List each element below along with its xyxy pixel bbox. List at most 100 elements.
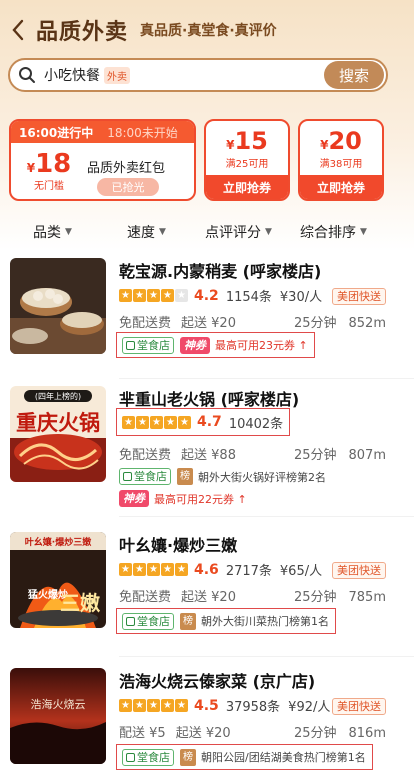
grab-coupon-button[interactable]: 立即抢券 <box>206 175 288 199</box>
filter-rating[interactable]: 点评评分 ▼ <box>205 222 272 242</box>
coupon-15[interactable]: ¥15 满25可用 立即抢券 <box>204 119 290 201</box>
coupon-session-bar: 16:00进行中 18:00未开始 <box>11 121 194 143</box>
coupon-amount: 18 <box>35 149 72 179</box>
thumb-title: 重庆火锅 <box>16 411 100 435</box>
star-icon: ★ <box>175 699 188 712</box>
shop-card[interactable]: (四年上榜的) 重庆火锅 芈重山老火锅 (呼家楼店) ★ ★ ★ ★ ★ 4.7 104… <box>0 378 414 516</box>
page-title: 品质外卖 <box>36 20 129 45</box>
promo-tags: 堂食店 榜朝阳公园/团结湖美食热门榜第1名 <box>116 744 373 770</box>
rank-icon: 榜 <box>180 612 196 630</box>
delivery-badge: 美团快送 <box>332 562 386 579</box>
shop-thumbnail[interactable]: 浩海火烧云 <box>10 668 106 764</box>
min-order: 起送 ¥20 <box>175 726 231 741</box>
star-icon: ★ <box>164 415 177 429</box>
star-icon: ★ <box>175 289 188 302</box>
delivery-fee: 免配送费 <box>119 590 172 605</box>
thumb-title: 浩海火烧云 <box>31 697 86 711</box>
star-icon: ★ <box>119 289 132 302</box>
coupon-20[interactable]: ¥20 满38可用 立即抢券 <box>298 119 384 201</box>
shop-thumbnail[interactable]: (四年上榜的) 重庆火锅 <box>10 386 106 482</box>
rating-row: ★ ★ ★ ★ ★ 4.2 1154条 ¥30/人 <box>119 286 322 305</box>
rating-highlight: ★ ★ ★ ★ ★ 4.7 10402条 <box>116 408 291 436</box>
delivery-fee: 免配送费 <box>119 316 172 331</box>
coupon-amount: 20 <box>328 127 362 155</box>
star-icon: ★ <box>150 415 163 429</box>
min-order: 起送 ¥88 <box>181 448 236 463</box>
coupon-tag[interactable]: 最高可用23元券 ↑ <box>215 337 308 353</box>
grab-coupon-button[interactable]: 立即抢券 <box>300 175 382 199</box>
store-icon <box>123 472 132 481</box>
delivery-fee: 配送 ¥5 <box>119 726 166 741</box>
star-icon: ★ <box>136 415 149 429</box>
coupon-condition: 满25可用 <box>225 159 269 170</box>
promo-tags: 堂食店 榜朝外大街火锅好评榜第2名 <box>119 468 326 485</box>
delivery-fee: 免配送费 <box>119 448 172 463</box>
shop-name[interactable]: 浩海火烧云傣家菜 (京广店) <box>119 668 315 692</box>
rating-row: ★ ★ ★ ★ ★ 4.5 37958条 ¥92/人 <box>119 696 330 715</box>
shop-thumbnail[interactable]: 叶幺孃·爆炒三嫩 猛火爆炒 三嫩 <box>10 532 106 628</box>
search-icon <box>10 60 44 90</box>
rating-row: ★ ★ ★ ★ ★ 4.6 2717条 ¥65/人 <box>119 560 322 579</box>
distance: 852m <box>348 316 386 331</box>
currency-symbol: ¥ <box>26 161 36 175</box>
dine-in-tag: 堂食店 <box>122 336 174 354</box>
caret-down-icon: ▼ <box>159 227 166 237</box>
rank-tag[interactable]: 榜朝外大街川菜热门榜第1名 <box>180 612 329 630</box>
avg-price: ¥30/人 <box>279 290 323 305</box>
caret-down-icon: ▼ <box>360 227 367 237</box>
search-button[interactable]: 搜索 <box>324 61 384 89</box>
session-next[interactable]: 18:00未开始 <box>107 124 178 141</box>
dine-in-tag: 堂食店 <box>122 748 174 766</box>
coupon-tag[interactable]: 最高可用22元券 ↑ <box>154 491 247 507</box>
rank-tag[interactable]: 榜朝外大街火锅好评榜第2名 <box>177 468 326 485</box>
shop-name[interactable]: 叶幺孃·爆炒三嫩 <box>119 532 237 556</box>
time-distance: 25分钟 807m <box>294 444 386 463</box>
thumb-banner: (四年上榜的) <box>35 391 81 401</box>
filter-category[interactable]: 品类 ▼ <box>33 222 72 242</box>
delivery-badge: 美团快送 <box>332 698 386 715</box>
store-icon <box>126 616 135 626</box>
dine-in-tag: 堂食店 <box>122 612 174 630</box>
divider <box>119 656 414 657</box>
filter-sort[interactable]: 综合排序 ▼ <box>300 222 367 242</box>
filter-label: 品类 <box>33 225 61 241</box>
sold-out-button[interactable]: 已抢光 <box>97 178 159 196</box>
avg-price: ¥65/人 <box>279 564 323 579</box>
shop-card[interactable]: 叶幺孃·爆炒三嫩 猛火爆炒 三嫩 叶幺孃·爆炒三嫩 ★ ★ ★ ★ ★ 4.6 2717… <box>0 528 414 656</box>
review-count: 37958条 <box>225 700 281 715</box>
time-distance: 25分钟 785m <box>294 586 386 605</box>
search-bar[interactable]: 小吃快餐 外卖 搜索 <box>8 58 388 92</box>
shop-name[interactable]: 乾宝源.内蒙稍麦 (呼家楼店) <box>119 258 321 282</box>
rank-tag[interactable]: 榜朝阳公园/团结湖美食热门榜第1名 <box>180 748 366 766</box>
coupon-main[interactable]: 16:00进行中 18:00未开始 ¥18 无门槛 品质外卖红包 已抢光 <box>9 119 196 201</box>
review-count: 1154条 <box>225 290 272 305</box>
filter-speed[interactable]: 速度 ▼ <box>127 222 166 242</box>
session-now[interactable]: 16:00进行中 <box>19 124 93 141</box>
star-icon: ★ <box>147 699 160 712</box>
search-category-tag: 外卖 <box>104 66 130 84</box>
review-count: 2717条 <box>225 564 272 579</box>
distance: 816m <box>348 726 386 741</box>
shop-card[interactable]: 浩海火烧云 浩海火烧云傣家菜 (京广店) ★ ★ ★ ★ ★ 4.5 37958条 ¥9… <box>0 662 414 779</box>
store-icon <box>126 340 135 350</box>
search-input[interactable]: 小吃快餐 <box>44 65 100 85</box>
arrow-up-icon: ↑ <box>237 492 247 506</box>
dine-in-tag: 堂食店 <box>119 468 171 485</box>
filter-label: 速度 <box>127 225 155 241</box>
store-icon <box>126 752 135 762</box>
shop-thumbnail[interactable] <box>10 258 106 354</box>
time-distance: 25分钟 816m <box>294 722 386 741</box>
back-button[interactable] <box>0 10 36 50</box>
shop-card[interactable]: 乾宝源.内蒙稍麦 (呼家楼店) ★ ★ ★ ★ ★ 4.2 1154条 ¥30/人 美团… <box>0 250 414 380</box>
caret-down-icon: ▼ <box>65 227 72 237</box>
filter-bar: 品类 ▼ 速度 ▼ 点评评分 ▼ 综合排序 ▼ <box>0 222 414 248</box>
caret-down-icon: ▼ <box>265 227 272 237</box>
coupon-name: 品质外卖红包 <box>87 161 166 176</box>
rating-stars: ★ ★ ★ ★ ★ <box>119 699 189 712</box>
coupon-amount-block: ¥18 无门槛 <box>19 149 79 192</box>
star-icon: ★ <box>175 563 188 576</box>
shop-name[interactable]: 芈重山老火锅 (呼家楼店) <box>119 386 299 410</box>
rating-stars: ★ ★ ★ ★ ★ <box>119 289 189 302</box>
star-icon: ★ <box>147 563 160 576</box>
min-order: 起送 ¥20 <box>181 590 236 605</box>
